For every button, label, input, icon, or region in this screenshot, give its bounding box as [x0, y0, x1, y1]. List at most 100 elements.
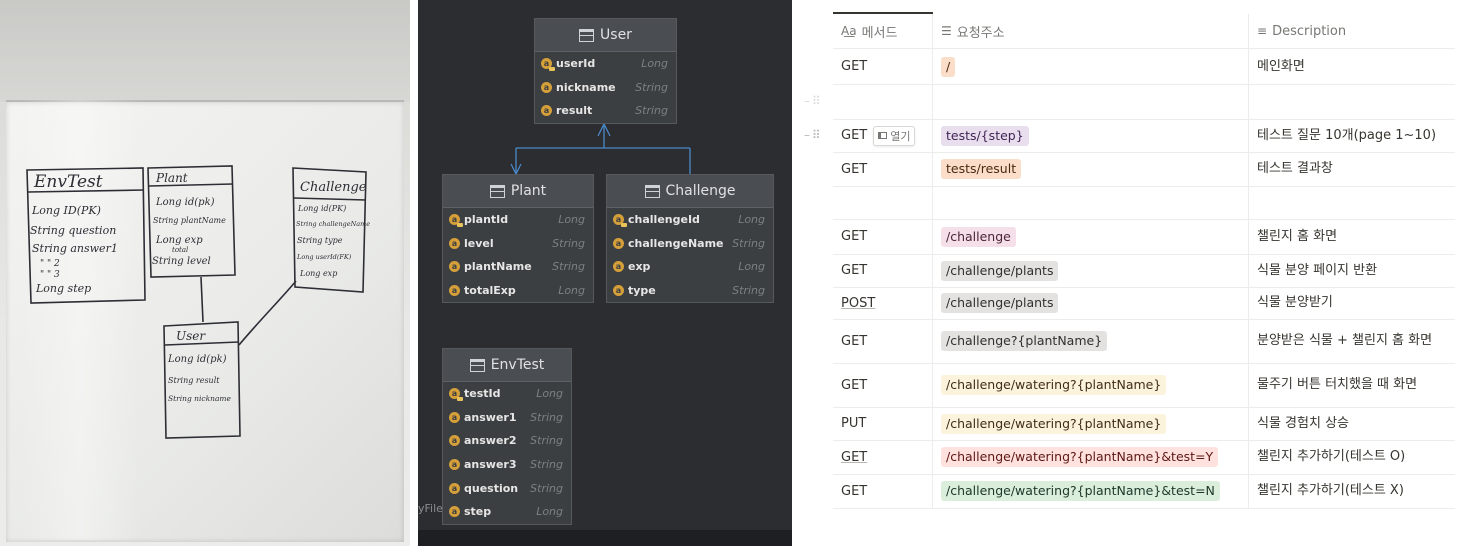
description-cell[interactable]: 챌린지 추가하기(테스트 O) — [1249, 440, 1455, 474]
url-tag: /challenge — [941, 226, 1016, 247]
url-cell[interactable] — [933, 186, 1249, 219]
method-cell[interactable]: GET — [833, 319, 933, 363]
table-row[interactable]: GET/challenge/watering?{plantName}&test=… — [833, 440, 1455, 475]
description-cell[interactable]: 식물 분양받기 — [1249, 287, 1455, 319]
entity-field[interactable]: a testId Long — [443, 382, 571, 406]
entity-field[interactable]: a challengeName String — [607, 232, 773, 256]
method-text: GET — [841, 161, 868, 177]
url-cell[interactable]: / — [933, 49, 1249, 84]
entity-field[interactable]: a exp Long — [607, 255, 773, 279]
header-method[interactable]: A͟a 메서드 — [833, 14, 933, 48]
entity-field[interactable]: a challengeId Long — [607, 208, 773, 232]
url-cell[interactable]: /challenge/watering?{plantName} — [933, 407, 1249, 440]
url-cell[interactable]: /challenge/plants — [933, 287, 1249, 319]
url-cell[interactable]: tests/result — [933, 152, 1249, 186]
method-text: GET — [841, 333, 868, 349]
open-page-button[interactable]: 열기 — [873, 125, 916, 146]
table-row[interactable]: GET tests/result 테스트 결과창 — [833, 152, 1455, 187]
url-cell[interactable]: /challenge/watering?{plantName}&test=Y — [933, 440, 1249, 474]
entity-field[interactable]: a plantName String — [443, 255, 593, 279]
description-cell[interactable] — [1249, 84, 1455, 119]
description-cell[interactable]: 테스트 질문 10개(page 1~10) — [1249, 119, 1455, 152]
table-row[interactable]: GET/challenge/watering?{plantName} 물주기 버튼… — [833, 363, 1455, 408]
entity-field[interactable]: a answer1 String — [443, 406, 571, 430]
url-cell[interactable]: tests/{step} — [933, 119, 1249, 152]
entity-envtest[interactable]: EnvTest a testId Long a answer1 String a answer… — [442, 348, 572, 525]
description-cell[interactable]: 테스트 결과창 — [1249, 152, 1455, 186]
list-property-icon: ☰ — [941, 24, 952, 38]
table-row[interactable]: GET/challenge/plants 식물 분양 페이지 반환 — [833, 254, 1455, 288]
entity-field[interactable]: a answer3 String — [443, 453, 571, 477]
table-row[interactable]: POST/challenge/plants 식물 분양받기 — [833, 287, 1455, 320]
url-cell[interactable] — [933, 84, 1249, 119]
url-cell[interactable]: /challenge — [933, 219, 1249, 254]
entity-field[interactable]: a totalExp Long — [443, 279, 593, 303]
header-description[interactable]: ≡ Description — [1249, 14, 1455, 48]
url-cell[interactable]: /challenge/watering?{plantName} — [933, 363, 1249, 407]
description-cell[interactable]: 식물 경험치 상승 — [1249, 407, 1455, 440]
entity-field[interactable]: a nickname String — [535, 76, 676, 100]
table-row[interactable]: GET / 메인화면 — [833, 49, 1455, 85]
header-url[interactable]: ☰ 요청주소 — [933, 14, 1249, 48]
method-cell[interactable]: GET — [833, 49, 933, 84]
method-cell[interactable]: GET — [833, 474, 933, 508]
entity-field[interactable]: a level String — [443, 232, 593, 256]
description-cell[interactable]: 챌린지 홈 화면 — [1249, 219, 1455, 254]
table-row[interactable]: GET/challenge/watering?{plantName}&test=… — [833, 474, 1455, 509]
field-name: answer2 — [464, 434, 517, 448]
challenge-divider — [293, 197, 367, 201]
table-row[interactable]: GET/challenge 챌린지 홈 화면 — [833, 219, 1455, 255]
description-cell[interactable]: 챌린지 추가하기(테스트 X) — [1249, 474, 1455, 508]
method-cell[interactable]: GET — [833, 219, 933, 254]
erd-scrollbar[interactable] — [418, 530, 792, 546]
table-row[interactable]: GET/challenge?{plantName} 분양받은 식물 + 챌린지 홈… — [833, 319, 1455, 364]
description-cell[interactable]: 메인화면 — [1249, 49, 1455, 84]
entity-field[interactable]: a userId Long — [535, 52, 676, 76]
description-cell[interactable]: 식물 분양 페이지 반환 — [1249, 254, 1455, 287]
entity-plant[interactable]: Plant a plantId Long a level String a plantName… — [442, 174, 594, 304]
entity-field[interactable]: a type String — [607, 279, 773, 303]
method-cell[interactable]: GET — [833, 363, 933, 407]
entity-header: Challenge — [607, 175, 773, 208]
envtest-line: Long step — [35, 282, 91, 295]
url-cell[interactable]: /challenge/watering?{plantName}&test=N — [933, 474, 1249, 508]
table-row[interactable]: PUT/challenge/watering?{plantName} 식물 경험치… — [833, 407, 1455, 441]
entity-user[interactable]: User a userId Long a nickname String a result St… — [534, 18, 677, 124]
url-cell[interactable]: /challenge?{plantName} — [933, 319, 1249, 363]
entity-field[interactable]: a step Long — [443, 500, 571, 524]
method-text: PUT — [841, 416, 867, 431]
entity-header: User — [535, 19, 676, 52]
table-row[interactable]: GET 열기 tests/{step} 테스트 질문 10개(page 1~10) — [833, 119, 1455, 153]
entity-field[interactable]: a plantId Long — [443, 208, 593, 232]
method-cell[interactable]: GET — [833, 440, 933, 474]
envtest-title: EnvTest — [33, 172, 103, 192]
table-row[interactable] — [833, 186, 1455, 220]
entity-field[interactable]: a result String — [535, 99, 676, 123]
field-type: String — [530, 434, 563, 448]
field-icon: a — [449, 411, 460, 423]
method-cell[interactable]: GET 열기 — [833, 119, 933, 152]
method-cell[interactable] — [833, 186, 933, 219]
url-cell[interactable]: /challenge/plants — [933, 254, 1249, 287]
entity-challenge[interactable]: Challenge a challengeId Long a challengeName… — [606, 174, 774, 304]
description-cell[interactable]: 분양받은 식물 + 챌린지 홈 화면 — [1249, 319, 1455, 363]
url-tag: /challenge/plants — [941, 260, 1059, 281]
method-cell[interactable]: PUT — [833, 407, 933, 440]
description-cell[interactable]: 물주기 버튼 터치했을 때 화면 — [1249, 363, 1455, 407]
method-cell[interactable] — [833, 84, 933, 119]
text-property-icon: ≡ — [1257, 24, 1268, 38]
entity-field[interactable]: a answer2 String — [443, 429, 571, 453]
table-row[interactable] — [833, 84, 1455, 120]
method-cell[interactable]: POST — [833, 287, 933, 319]
field-icon: a — [449, 435, 460, 447]
drag-handle-icon[interactable]: – ⠿ — [804, 94, 821, 108]
field-name: plantName — [464, 260, 532, 274]
entity-field[interactable]: a question String — [443, 476, 571, 500]
description-cell[interactable] — [1249, 186, 1455, 219]
drag-handle-icon[interactable]: – ⠿ — [804, 128, 821, 142]
plant-line: String plantName — [153, 216, 226, 225]
method-cell[interactable]: GET — [833, 254, 933, 287]
user-plant-line — [200, 276, 204, 323]
method-cell[interactable]: GET — [833, 152, 933, 186]
url-tag: tests/result — [941, 159, 1022, 179]
